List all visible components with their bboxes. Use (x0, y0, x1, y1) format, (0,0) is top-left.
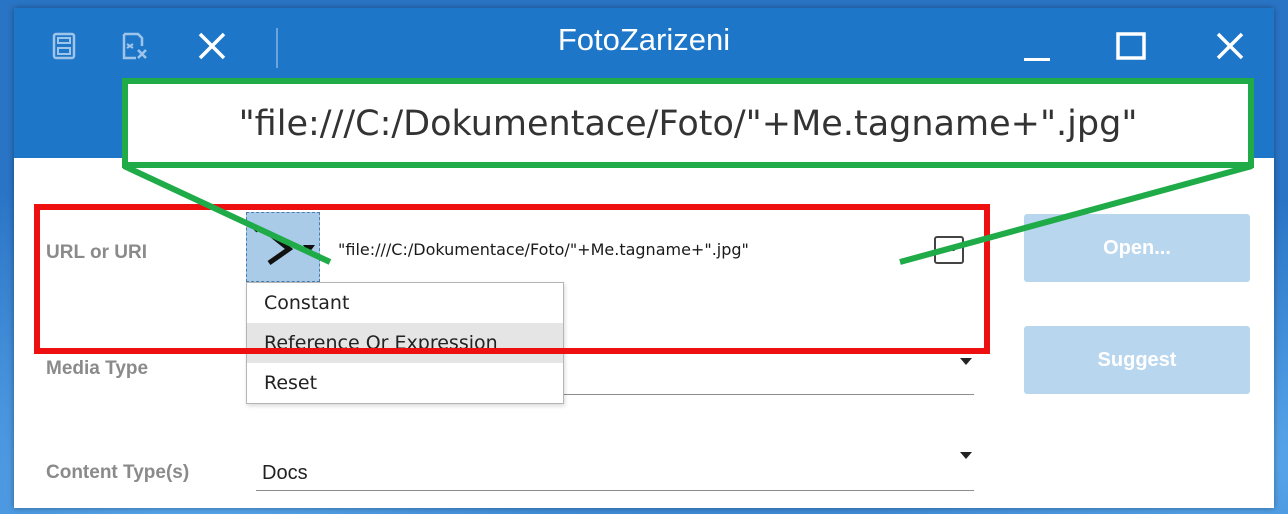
highlight-box (34, 204, 990, 354)
content-type-underline (256, 490, 974, 491)
window-title: FotoZarizeni (557, 22, 731, 57)
maximize-icon[interactable] (1108, 24, 1156, 68)
zoom-callout-text: "file:///C:/Dokumentace/Foto/"+Me.tagnam… (238, 104, 1138, 144)
content-type-label: Content Type(s) (46, 462, 190, 483)
media-type-label: Media Type (46, 358, 149, 379)
media-type-dropdown-icon[interactable] (960, 358, 972, 365)
discard-icon[interactable] (114, 26, 154, 66)
content-type-value[interactable]: Docs (262, 462, 308, 485)
content-type-dropdown-icon[interactable] (960, 452, 972, 459)
window-close-icon[interactable] (1206, 24, 1254, 68)
minimize-icon[interactable] (1014, 24, 1062, 68)
save-icon[interactable] (44, 26, 84, 66)
toolbar-separator (276, 28, 278, 68)
zoom-callout: "file:///C:/Dokumentace/Foto/"+Me.tagnam… (122, 78, 1254, 168)
media-type-underline (544, 394, 974, 395)
open-button[interactable]: Open... (1024, 214, 1250, 282)
close-icon[interactable] (192, 26, 232, 66)
suggest-button[interactable]: Suggest (1024, 326, 1250, 394)
menu-item-reset[interactable]: Reset (247, 363, 563, 403)
